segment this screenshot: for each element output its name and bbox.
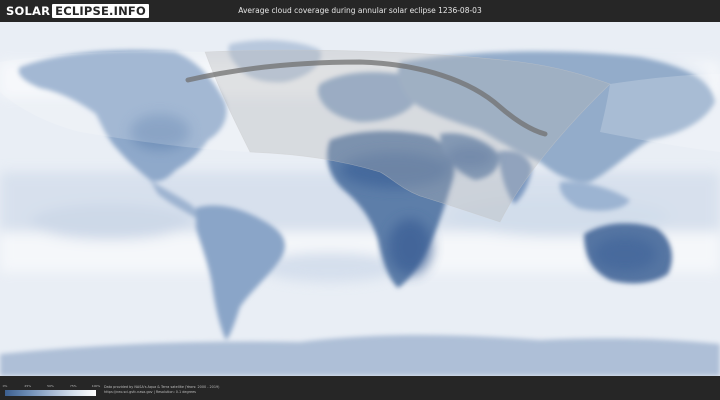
footer-bar: 0% 25% 50% 75% 100% Data provided by NAS… [0,376,720,400]
legend-tick-100: 100% [91,384,101,388]
map-title: Average cloud coverage during annular so… [238,6,482,15]
world-map-svg [0,22,720,376]
data-credit: Data provided by NASA's Aqua & Terra sat… [104,385,219,395]
cloud-coverage-legend: 0% 25% 50% 75% 100% [2,384,101,398]
legend-tick-75: 75% [69,384,77,388]
credit-line-2[interactable]: https://neo.sci.gsfc.nasa.gov | Resoluti… [104,390,219,395]
legend-tick-0: 0% [2,384,8,388]
legend-ticks: 0% 25% 50% 75% 100% [2,384,101,389]
top-bar: SOLAR ECLIPSE.INFO Average cloud coverag… [0,0,720,22]
cloud-coverage-map [0,22,720,376]
legend-gradient-bar [5,390,96,396]
legend-tick-25: 25% [24,384,32,388]
legend-tick-50: 50% [47,384,54,388]
